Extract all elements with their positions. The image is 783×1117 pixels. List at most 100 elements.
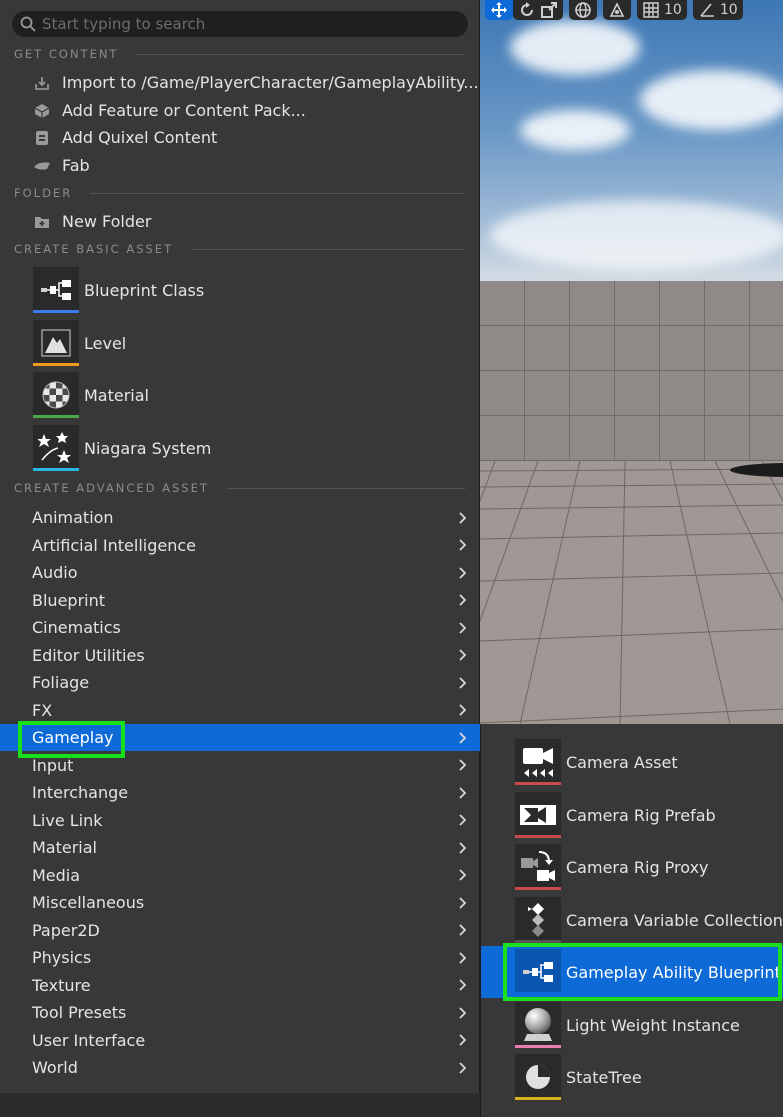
grid-floor	[480, 461, 783, 724]
asset-type-bar	[515, 1097, 561, 1100]
chevron-right-icon	[459, 924, 467, 936]
menu-item-label: Import to /Game/PlayerCharacter/Gameplay…	[62, 73, 479, 92]
category-label: Foliage	[32, 673, 90, 692]
asset-type-bar	[33, 468, 79, 471]
asset-thumbnail	[515, 739, 561, 785]
category-interchange[interactable]: Interchange	[0, 779, 480, 806]
menu-item-label: New Folder	[62, 212, 152, 231]
chevron-right-icon	[459, 759, 467, 771]
category-label: Input	[32, 755, 74, 775]
menu-item-label: Add Quixel Content	[62, 128, 218, 147]
category-cinematics[interactable]: Cinematics	[0, 614, 480, 641]
search-input[interactable]	[42, 15, 442, 33]
category-audio[interactable]: Audio	[0, 559, 480, 586]
menu-item-label: Add Feature or Content Pack...	[62, 101, 306, 120]
camera-asset-icon	[523, 748, 553, 777]
translate-tool-button[interactable]	[485, 0, 513, 20]
submenu-item-camera-rig-prefab[interactable]: Camera Rig Prefab	[481, 789, 783, 841]
category-miscellaneous[interactable]: Miscellaneous	[0, 889, 480, 916]
niagara-icon	[38, 432, 71, 463]
grid-snap-button[interactable]: 10	[637, 0, 687, 20]
chevron-right-icon	[459, 979, 467, 991]
submenu-item-label: Camera Rig Prefab	[566, 805, 716, 825]
category-user-interface[interactable]: User Interface	[0, 1027, 480, 1054]
category-foliage[interactable]: Foliage	[0, 669, 480, 696]
submenu-item-label: Gameplay Ability Blueprint	[566, 962, 781, 982]
asset-thumbnail	[515, 1054, 561, 1100]
category-media[interactable]: Media	[0, 862, 480, 889]
menu-item-new-folder[interactable]: New Folder	[0, 208, 480, 235]
menu-item-add-feature-pack[interactable]: Add Feature or Content Pack...	[0, 97, 480, 124]
rotate-tool-button[interactable]	[513, 0, 563, 20]
category-label: Audio	[32, 563, 78, 582]
category-gameplay[interactable]: Gameplay	[0, 724, 480, 751]
category-label: Cinematics	[32, 618, 121, 637]
category-animation[interactable]: Animation	[0, 504, 480, 531]
content-pack-icon	[33, 102, 51, 120]
category-tool-presets[interactable]: Tool Presets	[0, 999, 480, 1026]
asset-type-bar	[33, 310, 79, 313]
category-world[interactable]: World	[0, 1054, 480, 1081]
angle-snap-button[interactable]: 10	[692, 0, 743, 20]
category-texture[interactable]: Texture	[0, 972, 480, 999]
section-create-advanced-asset: CREATE ADVANCED ASSET	[14, 481, 465, 495]
chevron-right-icon	[459, 841, 467, 854]
section-create-basic-asset: CREATE BASIC ASSET	[14, 242, 465, 256]
category-editor-utilities[interactable]: Editor Utilities	[0, 642, 480, 669]
category-live-link[interactable]: Live Link	[0, 807, 480, 834]
category-label: Paper2D	[32, 920, 100, 940]
chevron-right-icon	[459, 786, 467, 799]
submenu-item-camera-rig-proxy[interactable]: Camera Rig Proxy	[481, 841, 783, 893]
asset-level[interactable]: Level	[0, 317, 480, 369]
category-input[interactable]: Input	[0, 752, 480, 779]
submenu-item-label: Camera Variable Collection	[566, 910, 783, 930]
category-blueprint[interactable]: Blueprint	[0, 587, 480, 614]
surface-snapping-button[interactable]	[603, 0, 631, 20]
asset-type-bar	[515, 992, 561, 995]
asset-material[interactable]: Material	[0, 369, 480, 421]
asset-blueprint-class[interactable]: Blueprint Class	[0, 264, 480, 316]
gameplay-ability-blueprint-icon	[523, 962, 553, 982]
category-fx[interactable]: FX	[0, 697, 480, 724]
submenu-item-label: StateTree	[566, 1067, 642, 1087]
asset-type-bar	[33, 363, 79, 366]
submenu-item-statetree[interactable]: StateTree	[481, 1051, 783, 1103]
menu-item-import[interactable]: Import to /Game/PlayerCharacter/Gameplay…	[0, 69, 480, 96]
asset-thumbnail	[515, 844, 561, 890]
chevron-right-icon	[459, 704, 467, 716]
add-content-menu: GET CONTENT Import to /Game/PlayerCharac…	[0, 0, 480, 1117]
cloud	[510, 20, 640, 75]
menu-item-add-quixel[interactable]: Add Quixel Content	[0, 124, 480, 151]
chevron-right-icon	[459, 869, 467, 881]
asset-type-bar	[515, 835, 561, 838]
category-label: Material	[32, 838, 97, 857]
chevron-right-icon	[459, 621, 467, 634]
search-icon	[20, 16, 36, 32]
asset-label: Blueprint Class	[84, 280, 205, 300]
submenu-item-light-weight-instance[interactable]: Light Weight Instance	[481, 999, 783, 1051]
menu-item-fab[interactable]: Fab	[0, 152, 480, 179]
category-material[interactable]: Material	[0, 834, 480, 861]
level-viewport[interactable]	[480, 0, 783, 724]
search-box[interactable]	[12, 11, 468, 37]
world-local-toggle[interactable]	[569, 0, 597, 20]
menu-bottom-strip	[0, 1093, 480, 1117]
chevron-right-icon	[459, 539, 467, 551]
cloud	[520, 110, 630, 150]
chevron-right-icon	[459, 896, 467, 909]
chevron-right-icon	[459, 1006, 467, 1019]
category-physics[interactable]: Physics	[0, 944, 480, 971]
asset-thumbnail	[515, 792, 561, 838]
category-artificial-intelligence[interactable]: Artificial Intelligence	[0, 532, 480, 559]
camera-rig-prefab-icon	[520, 805, 556, 825]
statetree-icon	[526, 1065, 550, 1089]
submenu-item-camera-variable-collection[interactable]: Camera Variable Collection	[481, 894, 783, 946]
asset-thumbnail	[515, 949, 561, 995]
snap-surface-icon	[609, 2, 625, 17]
chevron-right-icon	[459, 731, 467, 744]
asset-niagara-system[interactable]: Niagara System	[0, 422, 480, 474]
section-get-content: GET CONTENT	[14, 47, 465, 61]
submenu-item-gameplay-ability-blueprint[interactable]: Gameplay Ability Blueprint	[481, 946, 783, 998]
category-paper2d[interactable]: Paper2D	[0, 917, 480, 944]
submenu-item-camera-asset[interactable]: Camera Asset	[481, 736, 783, 788]
